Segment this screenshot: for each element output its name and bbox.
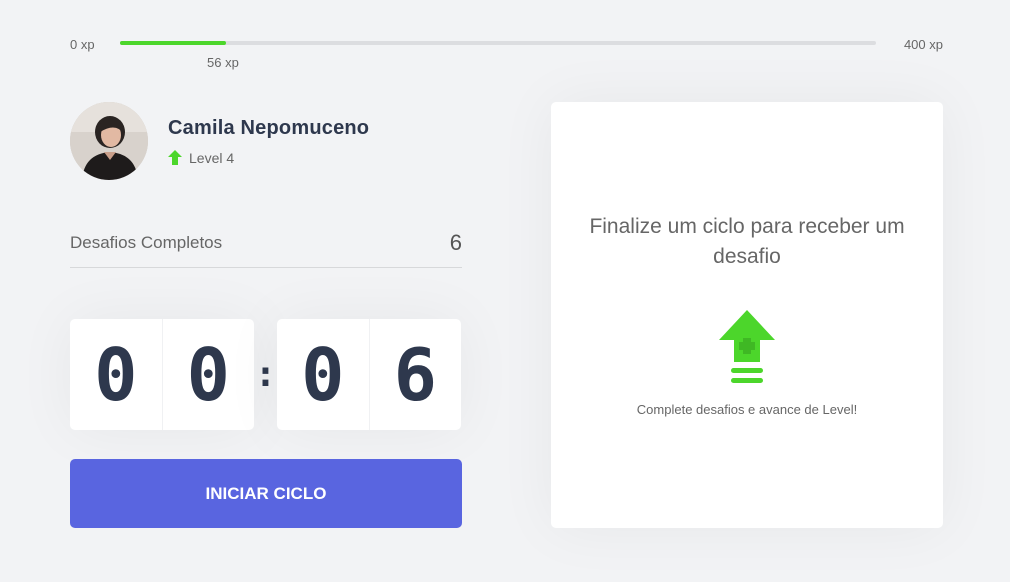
countdown-separator: : bbox=[254, 354, 277, 395]
challenge-card: Finalize um ciclo para receber um desafi… bbox=[551, 102, 943, 528]
start-cycle-button[interactable]: INICIAR CICLO bbox=[70, 459, 462, 528]
countdown: 0 0 : 0 6 bbox=[70, 319, 462, 430]
second-digit-left: 0 bbox=[301, 332, 345, 417]
countdown-seconds: 0 6 bbox=[277, 319, 461, 430]
level-up-arrow-icon bbox=[168, 150, 182, 165]
profile: Camila Nepomuceno Level 4 bbox=[70, 102, 369, 180]
challenge-hint: Complete desafios e avance de Level! bbox=[636, 402, 858, 417]
xp-track bbox=[120, 41, 876, 45]
profile-name: Camila Nepomuceno bbox=[168, 116, 370, 139]
xp-max-label: 400 xp bbox=[903, 37, 943, 52]
completed-challenges-count: 6 bbox=[449, 230, 462, 255]
level-label: Level 4 bbox=[189, 149, 235, 166]
completed-challenges-label: Desafios Completos bbox=[70, 233, 223, 252]
profile-info: Camila Nepomuceno Level 4 bbox=[168, 117, 369, 166]
challenge-title: Finalize um ciclo para receber um desafi… bbox=[589, 215, 905, 268]
second-digit-right: 6 bbox=[368, 319, 462, 430]
level-up-icon bbox=[719, 310, 775, 383]
xp-progress-fill bbox=[120, 41, 226, 45]
xp-current-label: 56 xp bbox=[207, 55, 239, 70]
profile-level: Level 4 bbox=[168, 150, 369, 166]
experience-bar: 0 xp 56 xp 400 xp bbox=[70, 30, 943, 70]
minute-digit-right: 0 bbox=[161, 319, 255, 430]
user-photo-icon bbox=[70, 102, 148, 180]
avatar bbox=[70, 102, 148, 180]
countdown-minutes: 0 0 bbox=[70, 319, 254, 430]
xp-min-label: 0 xp bbox=[70, 37, 95, 52]
page: 0 xp 56 xp 400 xp Camila Nepomuceno Leve… bbox=[0, 0, 1010, 582]
completed-challenges: Desafios Completos 6 bbox=[70, 228, 462, 268]
minute-digit-left: 0 bbox=[94, 332, 138, 417]
